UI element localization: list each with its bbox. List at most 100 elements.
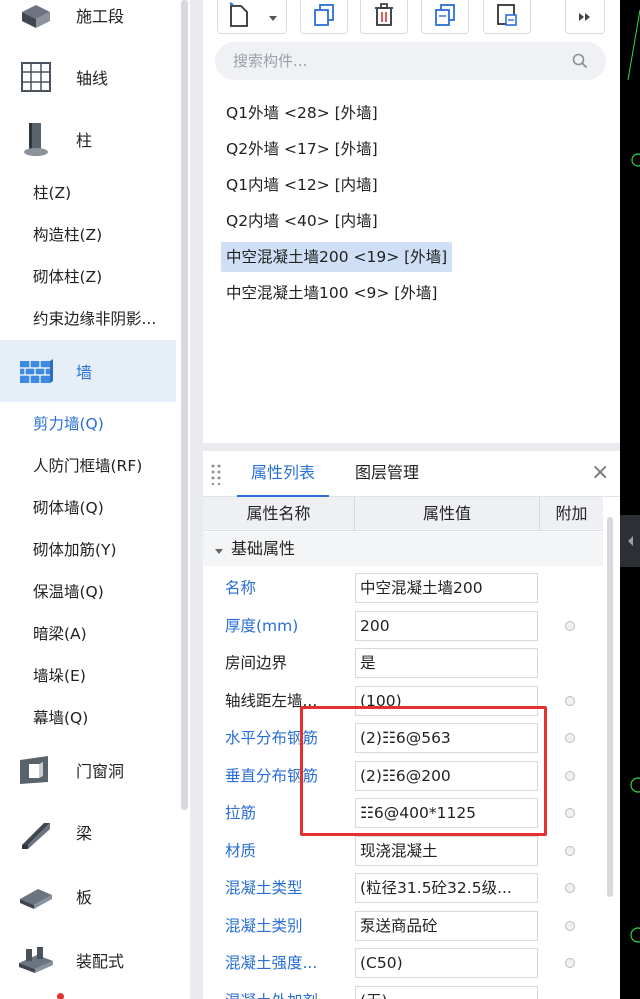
more-button[interactable] — [565, 0, 605, 34]
category-slab[interactable]: 板 — [0, 865, 176, 927]
category-door-window[interactable]: 门窗洞 — [0, 739, 176, 801]
column-header-name: 属性名称 — [203, 497, 355, 531]
sidebar-item-shear-wall[interactable]: 剪力墙(Q) — [0, 403, 176, 445]
dropdown-arrow-icon[interactable] — [269, 8, 277, 26]
property-value-field[interactable]: 现浇混凝土 — [355, 835, 538, 866]
property-row[interactable]: 混凝土强度... (C50) — [203, 944, 603, 982]
property-row[interactable]: 混凝土类别 泵送商品砼 — [203, 907, 603, 945]
property-value-field[interactable]: 中空混凝土墙200 — [355, 573, 538, 603]
category-label: 轴线 — [76, 69, 109, 88]
notification-dot — [57, 993, 64, 999]
sidebar-item-hidden-beam[interactable]: 暗梁(A) — [0, 613, 176, 655]
property-value-field[interactable]: (100) — [355, 685, 538, 716]
category-wall[interactable]: 墙 — [0, 340, 176, 402]
component-item-selected[interactable]: 中空混凝土墙200 <19> [外墙] — [221, 242, 453, 272]
property-panel-scrollbar[interactable] — [607, 517, 613, 897]
extra-toggle-dot[interactable] — [565, 958, 575, 968]
property-name: 材质 — [225, 841, 257, 860]
property-value-field[interactable]: 是 — [355, 648, 538, 678]
delete-button[interactable] — [360, 0, 408, 34]
property-name: 垂直分布钢筋 — [225, 766, 319, 785]
tab-layer-management[interactable]: 图层管理 — [341, 451, 433, 497]
property-name: 混凝土强度... — [225, 954, 318, 972]
sidebar-item-curtain-wall[interactable]: 幕墙(Q) — [0, 697, 176, 739]
property-value-field[interactable]: (2)☷6@563 — [355, 723, 538, 753]
property-name: 水平分布钢筋 — [225, 729, 319, 747]
property-value-field[interactable]: 200 — [355, 610, 538, 641]
property-row[interactable]: 轴线距左墙... (100) — [203, 682, 603, 720]
sidebar-item-wall-pier[interactable]: 墙垛(E) — [0, 655, 176, 697]
sidebar-item-masonry-wall[interactable]: 砌体墙(Q) — [0, 487, 176, 529]
property-row[interactable]: 厚度(mm) 200 — [203, 607, 603, 645]
category-label: 板 — [76, 888, 93, 907]
property-value-field[interactable]: (粒径31.5砼32.5级... — [355, 873, 538, 903]
property-value-field[interactable]: ☷6@400*1125 — [355, 798, 538, 828]
left-panel-scrollbar[interactable] — [181, 0, 188, 810]
property-value-field[interactable]: (2)☷6@200 — [355, 760, 538, 791]
property-panel: 属性列表 图层管理 × 属性名称 属性值 附加 基础属性 名称 中空混凝土墙200… — [203, 451, 620, 999]
extra-toggle-dot[interactable] — [565, 733, 575, 743]
component-item[interactable]: Q2内墙 <40> [内墙] — [221, 206, 383, 236]
category-beam[interactable]: 梁 — [0, 801, 176, 863]
category-prefab[interactable]: 装配式 — [0, 929, 176, 991]
property-group-basic[interactable]: 基础属性 — [203, 532, 603, 566]
property-name: 轴线距左墙... — [225, 691, 318, 710]
column-header-extra: 附加 — [555, 504, 588, 523]
sidebar-item-insulation-wall[interactable]: 保温墙(Q) — [0, 571, 176, 613]
property-row[interactable]: 拉筋 ☷6@400*1125 — [203, 794, 603, 832]
sidebar-item-masonry-column[interactable]: 砌体柱(Z) — [0, 256, 176, 298]
copy-button[interactable] — [300, 0, 348, 34]
category-panel: 施工段 轴线 柱 柱(Z) 构造柱(Z) 砌体柱(Z) 约束边缘非阴影... 墙… — [0, 0, 190, 999]
category-axis[interactable]: 轴线 — [0, 46, 176, 108]
sidebar-item-civil-defense-wall[interactable]: 人防门框墙(RF) — [0, 445, 176, 487]
filter-icon — [495, 3, 519, 31]
property-value-field[interactable]: (C50) — [355, 948, 538, 978]
drag-handle-icon[interactable] — [211, 463, 221, 489]
property-value-field[interactable]: (无) — [355, 985, 538, 999]
component-item[interactable]: Q1外墙 <28> [外墙] — [221, 98, 383, 128]
sidebar-item-structural-column[interactable]: 构造柱(Z) — [0, 214, 176, 256]
category-construction-section[interactable]: 施工段 — [0, 0, 176, 46]
extra-toggle-dot[interactable] — [565, 770, 575, 781]
slab-icon — [16, 876, 56, 916]
property-row[interactable]: 混凝土外加剂(无) — [203, 982, 603, 999]
property-row[interactable]: 水平分布钢筋 (2)☷6@563 — [203, 719, 603, 757]
copy-icon — [312, 3, 336, 31]
category-label: 装配式 — [76, 952, 125, 971]
new-component-button[interactable] — [217, 0, 287, 34]
extra-toggle-dot[interactable] — [565, 920, 575, 931]
duplicate-layer-button[interactable] — [421, 0, 469, 34]
property-row[interactable]: 名称 中空混凝土墙200 — [203, 569, 603, 607]
component-item[interactable]: Q2外墙 <17> [外墙] — [221, 134, 383, 164]
property-row[interactable]: 混凝土类型 (粒径31.5砼32.5级... — [203, 869, 603, 907]
extra-toggle-dot[interactable] — [565, 808, 575, 818]
component-item[interactable]: Q1内墙 <12> [内墙] — [221, 170, 383, 200]
sidebar-item-column-z[interactable]: 柱(Z) — [0, 172, 176, 214]
property-row[interactable]: 垂直分布钢筋 (2)☷6@200 — [203, 757, 603, 795]
property-row[interactable]: 材质 现浇混凝土 — [203, 832, 603, 870]
extra-toggle-dot[interactable] — [565, 695, 575, 706]
extra-toggle-dot[interactable] — [565, 845, 575, 856]
property-name: 混凝土外加剂 — [225, 982, 353, 999]
extra-toggle-dot[interactable] — [565, 620, 575, 631]
search-input[interactable] — [215, 42, 606, 80]
close-icon[interactable]: × — [591, 461, 609, 485]
filter-button[interactable] — [483, 0, 531, 34]
drawing-canvas[interactable] — [620, 0, 640, 999]
search-icon[interactable] — [572, 53, 588, 73]
property-row[interactable]: 房间边界 是 — [203, 644, 603, 682]
property-name: 房间边界 — [225, 654, 288, 672]
sidebar-item-constraint-edge[interactable]: 约束边缘非阴影... — [0, 298, 176, 340]
sidebar-item-masonry-reinforcement[interactable]: 砌体加筋(Y) — [0, 529, 176, 571]
extra-toggle-dot[interactable] — [565, 883, 575, 893]
component-item[interactable]: 中空混凝土墙100 <9> [外墙] — [221, 278, 442, 308]
category-label: 门窗洞 — [76, 762, 125, 781]
canvas-drawing — [620, 9, 640, 943]
tab-property-list[interactable]: 属性列表 — [237, 451, 330, 497]
door-window-icon — [16, 750, 56, 790]
wall-brick-icon — [16, 351, 56, 391]
category-column[interactable]: 柱 — [0, 108, 176, 170]
prefab-icon — [16, 940, 56, 980]
property-value-field[interactable]: 泵送商品砼 — [355, 910, 538, 941]
collapse-arrow-icon[interactable] — [215, 533, 223, 567]
